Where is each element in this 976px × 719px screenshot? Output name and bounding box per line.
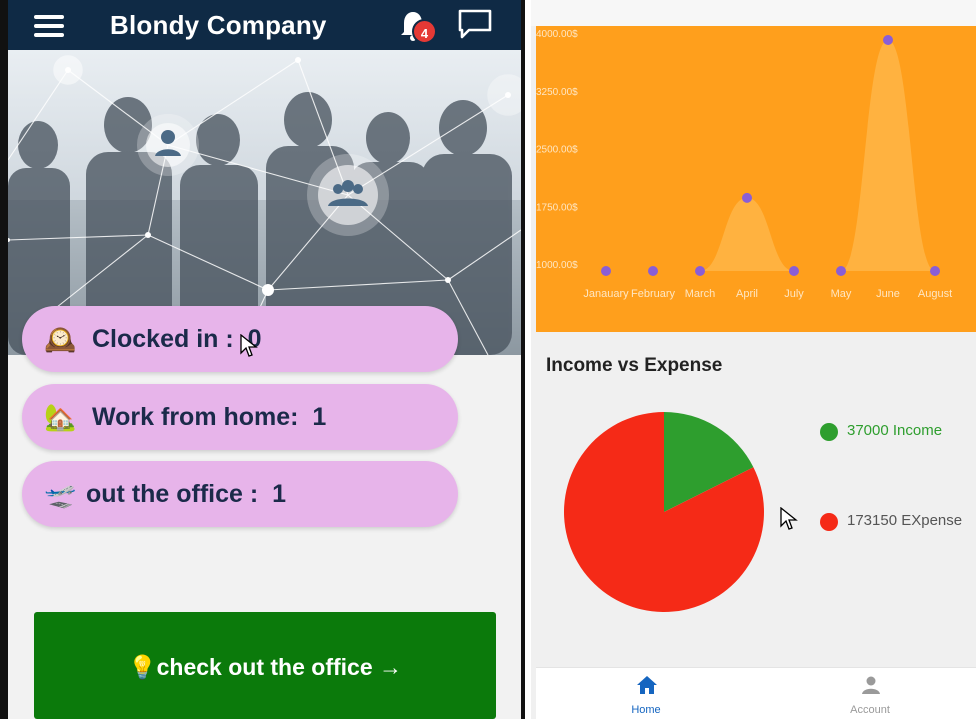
data-point [836,266,846,276]
y-tick-label: 2500.00$ [536,145,578,156]
notification-badge: 4 [412,19,437,44]
y-tick-label: 1750.00$ [536,202,578,213]
legend-dot-green-icon [820,423,838,441]
app-header: Blondy Company 4 [8,0,521,50]
status-label: Clocked in : 0 [92,325,262,353]
x-tick-label: February [631,288,676,300]
legend-item-income: 37000 Income [820,420,976,444]
area-series [606,40,935,271]
right-phone-screenshot: 1000.00$ 1750.00$ 2500.00$ 3250.00$ 4000.00$… [531,0,976,719]
app-title: Blondy Company [110,10,327,40]
data-point [695,266,705,276]
x-tick-label: June [876,288,900,300]
bottom-navigation: Home Account [536,667,976,719]
data-point [648,266,658,276]
data-point [789,266,799,276]
x-tick-label: Janauary [583,288,629,300]
nav-item-home[interactable]: Home [586,668,706,719]
status-bar [531,0,976,26]
check-out-button-text: check out the office → [156,654,402,680]
airplane-icon: 🛫 [44,479,77,509]
y-tick-label: 3250.00$ [536,87,578,98]
lightbulb-icon: 💡 [127,654,157,680]
data-point [883,35,893,45]
status-label: Work from home: 1 [92,403,327,431]
data-point [930,266,940,276]
status-card-work-from-home[interactable]: 🏡 Work from home: 1 [22,384,458,450]
income-expense-pie-chart [564,412,764,612]
account-icon [862,676,880,694]
y-tick-label: 1000.00$ [536,260,578,271]
nav-label-home: Home [631,704,661,716]
house-icon: 🏡 [44,402,77,432]
x-tick-label: July [784,288,804,300]
legend-item-expense: 173150 EXpense [820,510,976,534]
check-out-button-label: 💡check out the office → [34,654,496,681]
left-app-screen: Blondy Company 4 🕰️ Clocked in: 0 🏡 Wor… [8,0,521,719]
clock-icon: 🕰️ [44,324,77,354]
legend-dot-red-icon [820,513,838,531]
x-tick-label: April [736,288,758,300]
x-tick-label: March [685,288,716,300]
menu-icon[interactable] [34,15,64,37]
home-icon [637,676,657,694]
nav-label-account: Account [850,704,890,716]
left-phone-screenshot: Blondy Company 4 🕰️ Clocked in: 0 🏡 Wor… [0,0,525,719]
area-chart-svg: 1000.00$ 1750.00$ 2500.00$ 3250.00$ 4000.00$… [536,29,952,300]
nav-item-account[interactable]: Account [810,668,930,719]
x-tick-label: May [831,288,852,300]
legend-label-income: 37000 Income [847,422,943,439]
status-card-out-of-office[interactable]: 🛫 out the office : 1 [22,461,458,527]
x-tick-label: August [918,288,952,300]
check-out-button[interactable]: 💡check out the office → [34,612,496,719]
data-point [601,266,611,276]
mouse-cursor-icon [240,334,258,357]
monthly-area-chart: 1000.00$ 1750.00$ 2500.00$ 3250.00$ 4000.00$… [536,26,976,332]
income-vs-expense-title: Income vs Expense [546,355,723,376]
chat-icon[interactable] [456,8,494,40]
y-tick-label: 4000.00$ [536,29,578,40]
data-point [742,192,752,203]
status-label: out the office : 1 [86,480,286,508]
mouse-cursor-icon [780,507,798,530]
legend-label-expense: 173150 EXpense [847,512,963,529]
